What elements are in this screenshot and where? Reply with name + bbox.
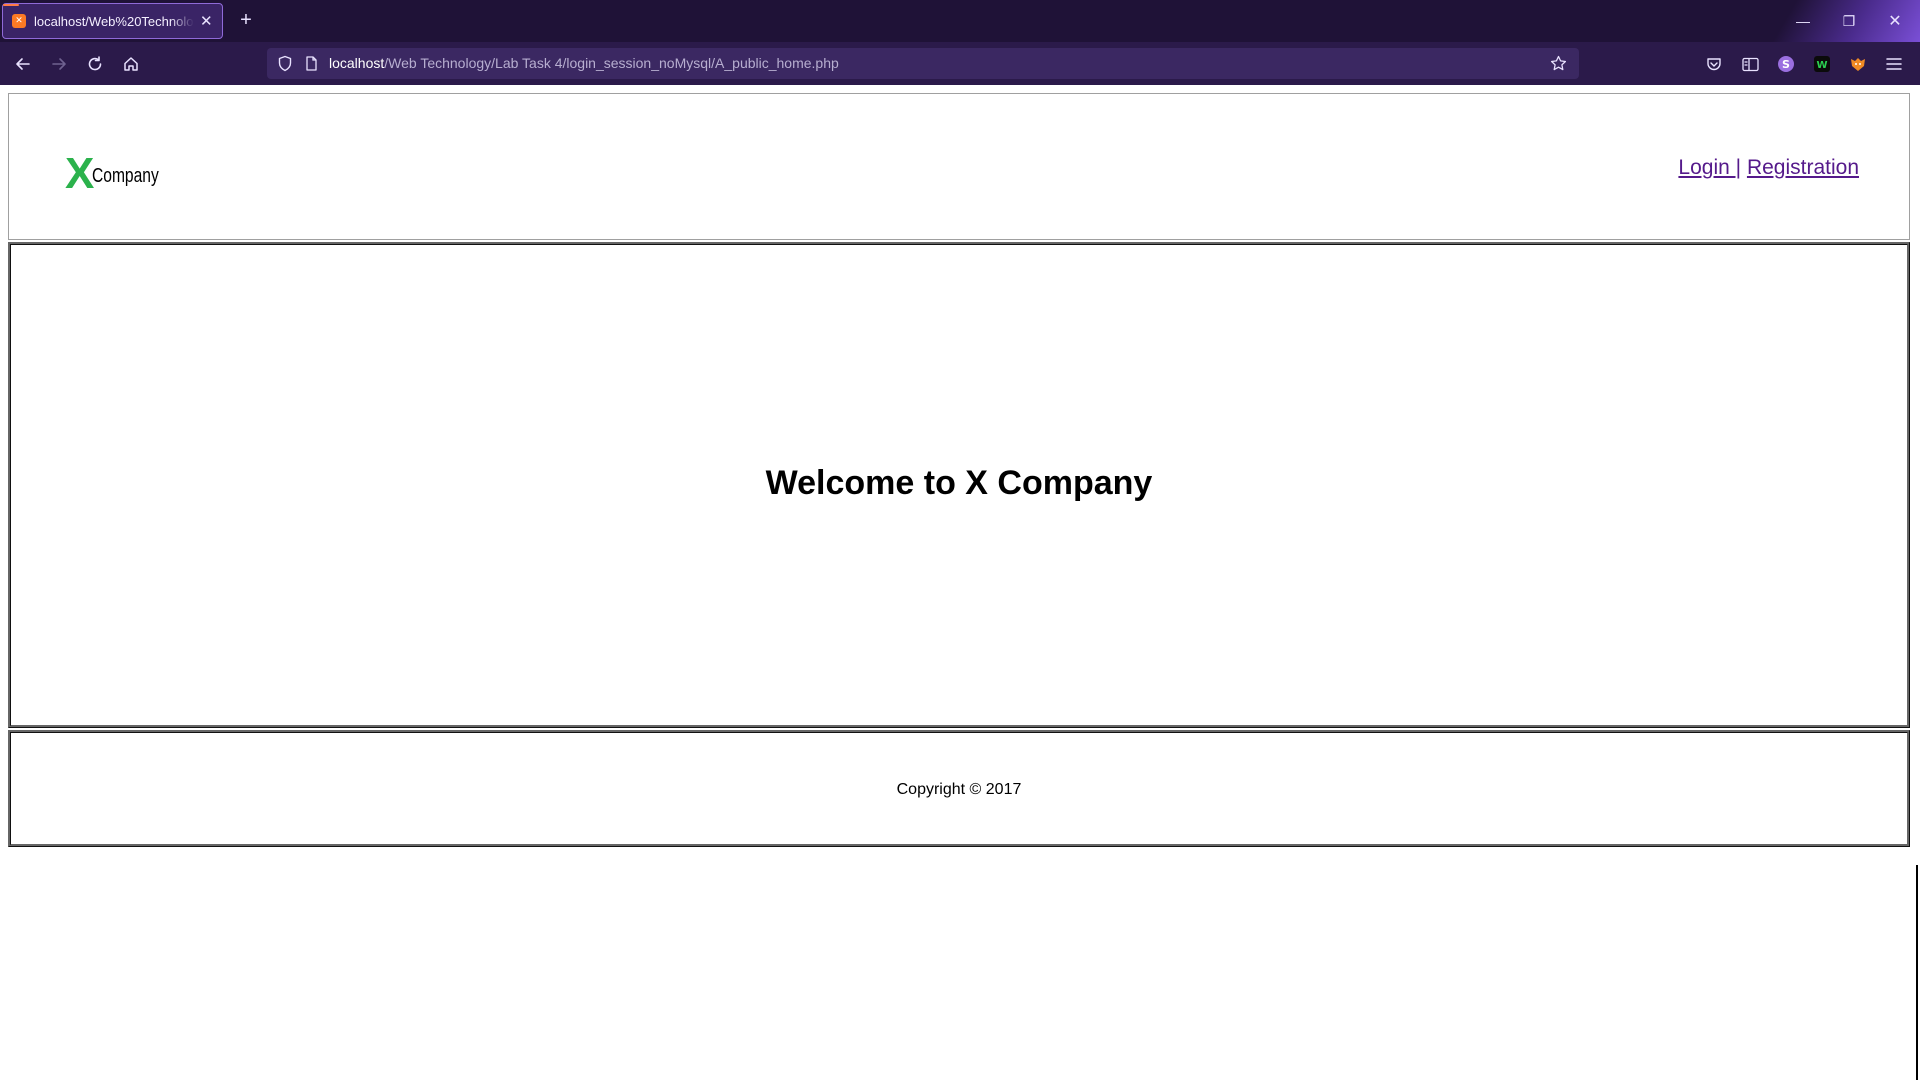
bookmark-star-icon[interactable]	[1550, 55, 1567, 72]
logo-word: Company	[92, 165, 160, 187]
tab-close-icon[interactable]: ✕	[200, 14, 213, 29]
reload-button[interactable]	[82, 51, 108, 77]
web-page: X Company Login | Registration Welcome t…	[0, 85, 1920, 1080]
home-button[interactable]	[118, 51, 144, 77]
welcome-heading: Welcome to X Company	[765, 464, 1153, 502]
auth-links: Login | Registration	[1678, 156, 1859, 180]
tab-title: localhost/Web%20Technology/Lab Task 4/lo…	[34, 13, 194, 29]
reload-icon	[88, 56, 102, 71]
xampp-favicon-icon: ✕	[12, 14, 26, 28]
copyright-text: Copyright © 2017	[896, 781, 1022, 798]
site-footer: Copyright © 2017	[8, 730, 1910, 847]
skype-extension-icon[interactable]: S	[1777, 55, 1795, 73]
registration-link[interactable]: Registration	[1747, 156, 1859, 179]
menu-hamburger-icon[interactable]	[1885, 55, 1903, 73]
url-host: localhost	[329, 55, 385, 71]
url-path: /Web Technology/Lab Task 4/login_session…	[384, 55, 839, 71]
sidebar-toggle-icon[interactable]	[1741, 55, 1759, 73]
new-tab-button[interactable]: +	[236, 9, 256, 31]
browser-navbar: localhost/Web Technology/Lab Task 4/logi…	[0, 42, 1920, 85]
browser-tabstrip: ✕ localhost/Web%20Technology/Lab Task 4/…	[0, 0, 1920, 42]
w-extension-icon[interactable]: W	[1813, 55, 1831, 73]
tab-accent	[3, 4, 19, 6]
close-window-button[interactable]: ✕	[1872, 0, 1918, 42]
main-content: Welcome to X Company	[8, 242, 1910, 728]
fox-extension-icon[interactable]	[1849, 55, 1867, 73]
arrow-right-icon	[52, 58, 66, 70]
url-text[interactable]: localhost/Web Technology/Lab Task 4/logi…	[329, 55, 839, 71]
company-logo: X Company	[65, 149, 178, 198]
scrollbar-edge	[1916, 865, 1918, 1080]
forward-button[interactable]	[46, 51, 72, 77]
logo-letter: X	[65, 149, 94, 198]
browser-tab-active[interactable]: ✕ localhost/Web%20Technology/Lab Task 4/…	[2, 3, 223, 39]
arrow-left-icon	[16, 58, 30, 70]
home-icon	[124, 57, 138, 71]
page-info-icon[interactable]	[305, 56, 318, 71]
restore-button[interactable]: ❐	[1826, 0, 1872, 42]
site-header: X Company Login | Registration	[8, 93, 1910, 240]
tracking-shield-icon[interactable]	[277, 55, 293, 72]
login-link[interactable]: Login |	[1678, 156, 1741, 179]
minimize-button[interactable]: —	[1780, 0, 1826, 42]
back-button[interactable]	[10, 51, 36, 77]
svg-text:W: W	[1816, 60, 1827, 71]
address-bar[interactable]: localhost/Web Technology/Lab Task 4/logi…	[267, 48, 1579, 79]
svg-text:S: S	[1782, 58, 1790, 71]
pocket-icon[interactable]	[1705, 55, 1723, 73]
